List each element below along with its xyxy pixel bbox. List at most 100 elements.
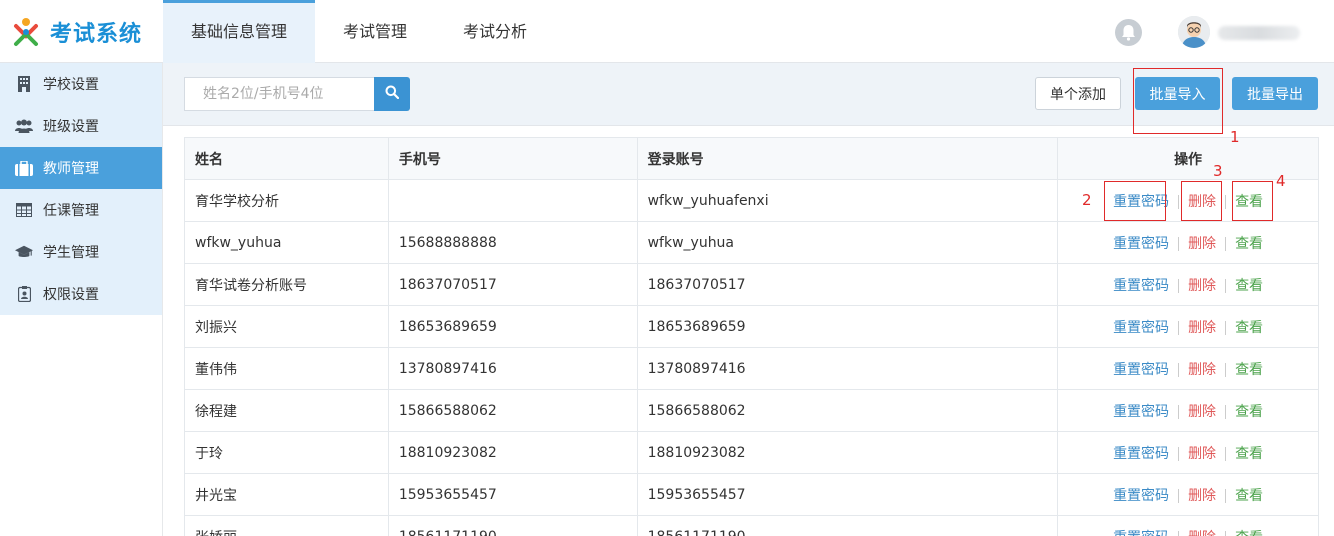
cell-actions: 重置密码删除查看 [1057, 263, 1319, 306]
sidebar-menu: 学校设置 班级设置 教师管理 任课管理 学生管理 权限设置 [0, 63, 162, 315]
annotation-number: 2 [1082, 191, 1092, 209]
notification-bell-icon[interactable] [1115, 19, 1142, 46]
table-header-row: 姓名 手机号 登录账号 操作 [184, 137, 1319, 180]
table-row: 刘振兴 18653689659 18653689659 重置密码 删除 查看 [184, 305, 1319, 348]
cell-name: wfkw_yuhua [184, 221, 389, 264]
table-row: 井光宝 15953655457 15953655457 重置密码 删除 查看 [184, 473, 1319, 516]
add-single-button[interactable]: 单个添加 [1035, 77, 1121, 110]
tab-exam-management[interactable]: 考试管理 [315, 0, 435, 63]
sidebar-item-class-settings[interactable]: 班级设置 [0, 105, 162, 147]
table-row: 育华试卷分析账号 18637070517 18637070517 重置密码 删除 查看 [184, 263, 1319, 306]
reset-password-button[interactable]: 重置密码 [1104, 359, 1178, 379]
username-blurred[interactable] [1218, 26, 1300, 40]
app-title: 考试系统 [50, 21, 143, 47]
cell-phone: 18637070517 [387, 263, 638, 306]
batch-export-button[interactable]: 批量导出 [1232, 77, 1318, 110]
cell-account: wfkw_yuhua [636, 221, 1059, 264]
cell-phone: 13780897416 [387, 347, 638, 390]
cell-name: 井光宝 [184, 473, 389, 516]
search-input[interactable] [184, 77, 375, 111]
cell-name: 刘振兴 [184, 305, 389, 348]
sidebar-item-course-management[interactable]: 任课管理 [0, 189, 162, 231]
delete-button[interactable]: 删除 [1178, 488, 1227, 503]
reset-password-button[interactable]: 重置密码 [1104, 317, 1178, 337]
cell-name: 徐程建 [184, 389, 389, 432]
cell-actions: 重置密码删除查看 [1057, 515, 1319, 536]
view-button[interactable]: 查看 [1226, 443, 1272, 463]
cell-name: 董伟伟 [184, 347, 389, 390]
search-button[interactable] [374, 77, 410, 111]
cell-account: 18653689659 [636, 305, 1059, 348]
cell-account: wfkw_yuhuafenxi [636, 179, 1059, 222]
cell-account: 18810923082 [636, 431, 1059, 474]
reset-password-button[interactable]: 重置密码 [1104, 443, 1178, 463]
view-button[interactable]: 查看 [1226, 485, 1272, 505]
cell-name: 育华试卷分析账号 [184, 263, 389, 306]
reset-password-button[interactable]: 重置密码 [1104, 485, 1178, 505]
sidebar-item-permission-settings[interactable]: 权限设置 [0, 273, 162, 315]
view-button[interactable]: 查看 [1226, 317, 1272, 337]
view-button[interactable]: 查看 [1226, 359, 1272, 379]
graduation-cap-icon [15, 244, 33, 260]
users-icon [15, 118, 33, 134]
cell-actions: 重置密码删除查看 [1057, 431, 1319, 474]
cell-phone: 15688888888 [387, 221, 638, 264]
tab-exam-analysis[interactable]: 考试分析 [435, 0, 555, 63]
view-button[interactable]: 查看 [1226, 527, 1272, 536]
building-icon [15, 76, 33, 92]
cell-phone: 18561171190 [387, 515, 638, 536]
delete-button[interactable]: 删除 [1178, 530, 1227, 536]
annotation-box-reset [1104, 181, 1166, 221]
delete-button[interactable]: 删除 [1178, 236, 1227, 251]
cell-account: 13780897416 [636, 347, 1059, 390]
sidebar-item-student-management[interactable]: 学生管理 [0, 231, 162, 273]
app-logo[interactable]: 考试系统 [0, 0, 163, 63]
sidebar-item-label: 任课管理 [43, 203, 99, 219]
cell-account: 15866588062 [636, 389, 1059, 432]
sidebar-item-label: 班级设置 [43, 119, 99, 135]
delete-button[interactable]: 删除 [1178, 404, 1227, 419]
delete-button[interactable]: 删除 [1178, 446, 1227, 461]
cell-actions: 重置密码删除查看 [1057, 305, 1319, 348]
header-account: 登录账号 [636, 137, 1059, 180]
reset-password-button[interactable]: 重置密码 [1104, 401, 1178, 421]
cell-phone: 18810923082 [387, 431, 638, 474]
cell-phone: 15866588062 [387, 389, 638, 432]
tab-basic-info[interactable]: 基础信息管理 [163, 0, 316, 63]
view-button[interactable]: 查看 [1226, 275, 1272, 295]
sidebar-item-label: 权限设置 [43, 287, 99, 303]
cell-actions: 重置密码删除查看 [1057, 473, 1319, 516]
annotation-box-delete [1181, 181, 1222, 221]
table-row: 于玲 18810923082 18810923082 重置密码 删除 查看 [184, 431, 1319, 474]
sidebar-item-teacher-management[interactable]: 教师管理 [0, 147, 162, 189]
view-button[interactable]: 查看 [1226, 401, 1272, 421]
delete-button[interactable]: 删除 [1178, 320, 1227, 335]
cell-account: 15953655457 [636, 473, 1059, 516]
main-nav: 基础信息管理 考试管理 考试分析 [163, 0, 555, 63]
annotation-box-import [1133, 68, 1223, 134]
delete-button[interactable]: 删除 [1178, 278, 1227, 293]
delete-button[interactable]: 删除 [1178, 362, 1227, 377]
table-icon [15, 202, 33, 218]
table-row: 董伟伟 13780897416 13780897416 重置密码 删除 查看 [184, 347, 1319, 390]
cell-phone [387, 179, 638, 222]
table-row: 张娇丽1856117119018561171190重置密码删除查看 [184, 515, 1319, 536]
table-body: 育华学校分析 wfkw_yuhuafenxi 重置密码 删除 查看 wfkw_yuhua 1… [184, 179, 1319, 536]
cell-account: 18561171190 [636, 515, 1059, 536]
sidebar: 学校设置 班级设置 教师管理 任课管理 学生管理 权限设置 [0, 63, 163, 536]
id-badge-icon [15, 286, 33, 302]
cell-name: 育华学校分析 [184, 179, 389, 222]
header-name: 姓名 [184, 137, 389, 180]
header-phone: 手机号 [387, 137, 638, 180]
reset-password-button[interactable]: 重置密码 [1104, 275, 1178, 295]
user-avatar[interactable] [1178, 16, 1210, 48]
reset-password-button[interactable]: 重置密码 [1104, 527, 1178, 536]
reset-password-button[interactable]: 重置密码 [1104, 233, 1178, 253]
annotation-box-view [1232, 181, 1273, 221]
sidebar-item-school-settings[interactable]: 学校设置 [0, 63, 162, 105]
logo-icon [10, 16, 42, 48]
table-row: 徐程建 15866588062 15866588062 重置密码 删除 查看 [184, 389, 1319, 432]
cell-actions: 重置密码删除查看 [1057, 221, 1319, 264]
annotation-number: 1 [1230, 128, 1240, 146]
view-button[interactable]: 查看 [1226, 233, 1272, 253]
